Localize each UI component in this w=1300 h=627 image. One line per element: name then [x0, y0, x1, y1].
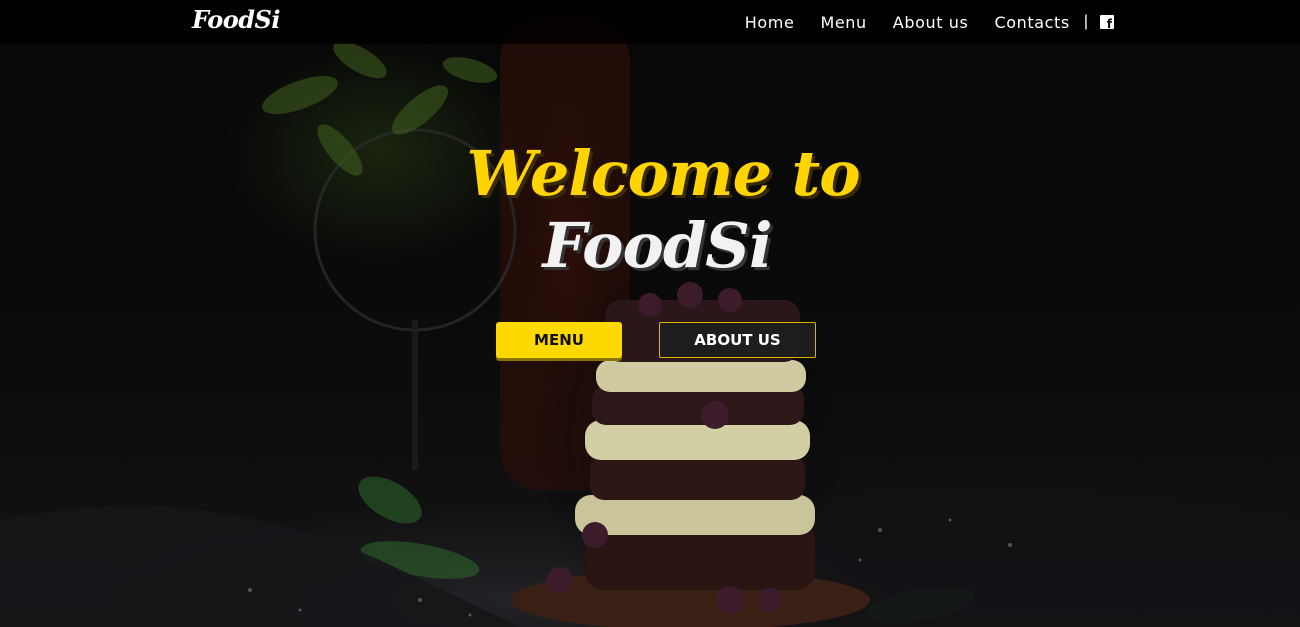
- nav-link-menu[interactable]: Menu: [820, 13, 866, 32]
- hero-title-welcome: Welcome to: [466, 137, 860, 211]
- hero-background-image: [0, 20, 1300, 627]
- site-logo[interactable]: FoodSi: [192, 5, 280, 34]
- hero-title: Welcome to FoodSi: [0, 143, 1300, 277]
- nav-link-about-us[interactable]: About us: [893, 13, 969, 32]
- nav-links: Home Menu About us Contacts | f: [719, 0, 1114, 44]
- nav-separator: |: [1083, 13, 1088, 30]
- facebook-icon[interactable]: f: [1100, 15, 1114, 31]
- hero-section: FoodSi Home Menu About us Contacts | f W…: [0, 0, 1300, 627]
- nav-link-home[interactable]: Home: [745, 13, 795, 32]
- about-us-button[interactable]: ABOUT US: [659, 322, 816, 358]
- hero-title-brand: FoodSi: [542, 209, 772, 283]
- menu-button[interactable]: MENU: [496, 322, 622, 358]
- top-navbar: FoodSi Home Menu About us Contacts | f: [0, 0, 1300, 44]
- nav-link-contacts[interactable]: Contacts: [994, 13, 1069, 32]
